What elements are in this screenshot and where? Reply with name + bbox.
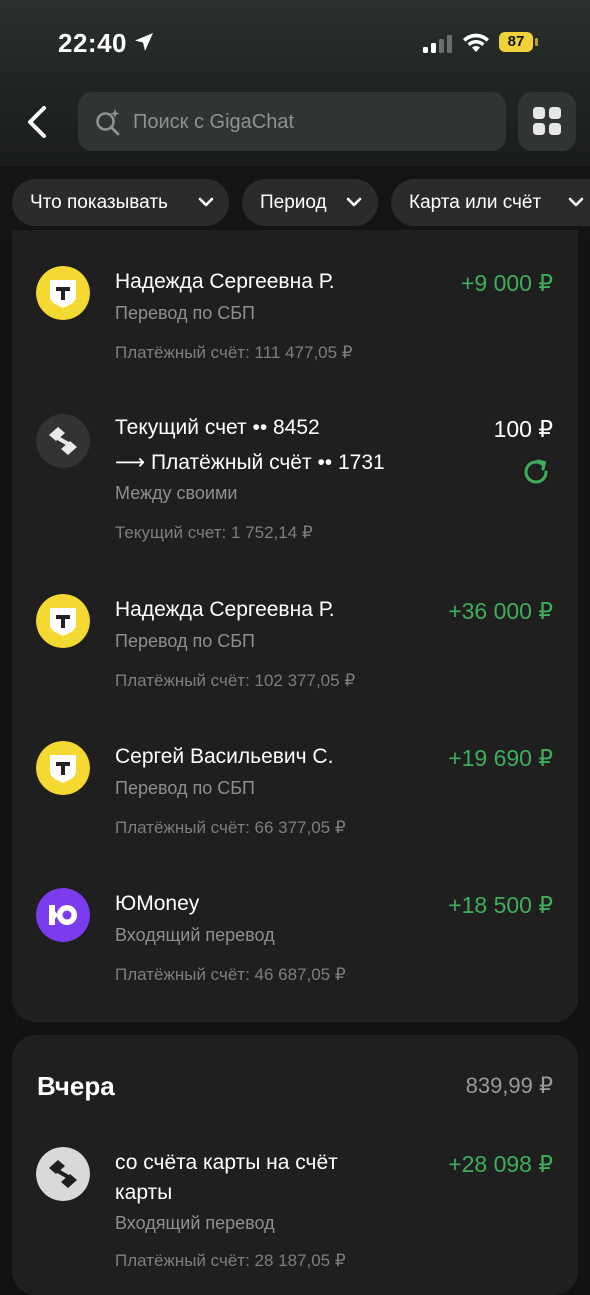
transaction-subtitle: Входящий перевод [115,925,275,945]
grid-icon [533,107,561,135]
location-arrow-icon [135,33,153,51]
gigachat-search-icon [96,109,120,136]
transaction-row[interactable]: Надежда Сергеевна Р. Перевод по СБП Плат… [12,250,578,380]
transaction-subtitle: Перевод по СБП [115,778,255,798]
status-time: 22:40 [58,28,127,58]
transactions-card: Надежда Сергеевна Р. Перевод по СБП Плат… [12,230,578,1022]
tbank-logo [36,741,90,795]
yoomoney-logo [36,888,90,942]
transfer-arrows-icon [36,414,90,468]
transfer-arrows-icon [36,1147,90,1201]
status-bar: 22:40 87 [0,0,590,90]
top-bar: 22:40 87 Поиск с GigaChat [0,0,590,166]
battery-level: 87 [499,32,533,52]
transaction-title: ЮMoney [115,892,200,915]
transaction-subtitle: Между своими [115,483,238,503]
back-button[interactable] [20,102,56,142]
section-total: 839,99 ₽ [465,1073,553,1098]
chevron-down-icon [198,197,214,207]
transaction-title: Сергей Васильевич С. [115,745,334,768]
transaction-subtitle: Перевод по СБП [115,303,255,323]
filter-period[interactable]: Период [242,179,378,226]
transaction-balance: Платёжный счёт: 111 477,05 ₽ [115,343,353,362]
filter-card-or-account[interactable]: Карта или счёт [391,179,590,226]
yesterday-card: Вчера 839,99 ₽ со счёта карты на счёт ка… [12,1035,578,1295]
transaction-title-destination: ⟶ Платёжный счёт •• 1731 [115,451,385,474]
repeat-icon[interactable] [521,457,551,487]
transaction-balance: Платёжный счёт: 46 687,05 ₽ [115,965,346,984]
transaction-balance: Платёжный счёт: 66 377,05 ₽ [115,818,346,837]
chevron-down-icon [568,197,584,207]
transaction-amount: +36 000 ₽ [448,598,553,624]
transaction-amount: +18 500 ₽ [448,892,553,918]
transaction-row[interactable]: Надежда Сергеевна Р. Перевод по СБП Плат… [12,578,578,708]
transaction-row[interactable]: Текущий счет •• 8452 ⟶ Платёжный счёт ••… [12,398,578,558]
transaction-title-continued: карты [115,1181,173,1204]
filter-what-to-show[interactable]: Что показывать [12,179,229,226]
transaction-amount: +19 690 ₽ [448,745,553,771]
transaction-amount: +9 000 ₽ [460,270,553,296]
wifi-icon [463,33,489,52]
apps-menu-button[interactable] [518,92,576,151]
filter-label: Что показывать [30,192,168,213]
transaction-row[interactable]: со счёта карты на счёт карты Входящий пе… [12,1135,578,1295]
search-input[interactable]: Поиск с GigaChat [78,92,506,151]
transaction-amount: +28 098 ₽ [448,1151,553,1177]
search-placeholder: Поиск с GigaChat [133,111,295,133]
transaction-subtitle: Входящий перевод [115,1213,275,1233]
chevron-down-icon [346,197,362,207]
filter-label: Период [260,192,327,213]
tbank-logo [36,594,90,648]
transaction-title: Текущий счет •• 8452 [115,416,320,439]
transaction-balance: Платёжный счёт: 28 187,05 ₽ [115,1251,346,1270]
battery-tip [535,38,538,46]
transaction-title: Надежда Сергеевна Р. [115,270,335,293]
transaction-title: со счёта карты на счёт [115,1151,338,1174]
tbank-logo [36,266,90,320]
section-title: Вчера [37,1071,115,1101]
battery-indicator: 87 [499,32,541,54]
filter-row: Что показывать Период Карта или счёт [0,166,590,238]
transaction-balance: Текущий счет: 1 752,14 ₽ [115,523,313,542]
transaction-title: Надежда Сергеевна Р. [115,598,335,621]
transaction-balance: Платёжный счёт: 102 377,05 ₽ [115,671,356,690]
cellular-signal-icon [423,35,452,53]
transaction-amount: 100 ₽ [493,416,553,442]
transaction-row[interactable]: ЮMoney Входящий перевод Платёжный счёт: … [12,872,578,1002]
filter-label: Карта или счёт [409,192,542,213]
transaction-row[interactable]: Сергей Васильевич С. Перевод по СБП Плат… [12,725,578,855]
transaction-subtitle: Перевод по СБП [115,631,255,651]
